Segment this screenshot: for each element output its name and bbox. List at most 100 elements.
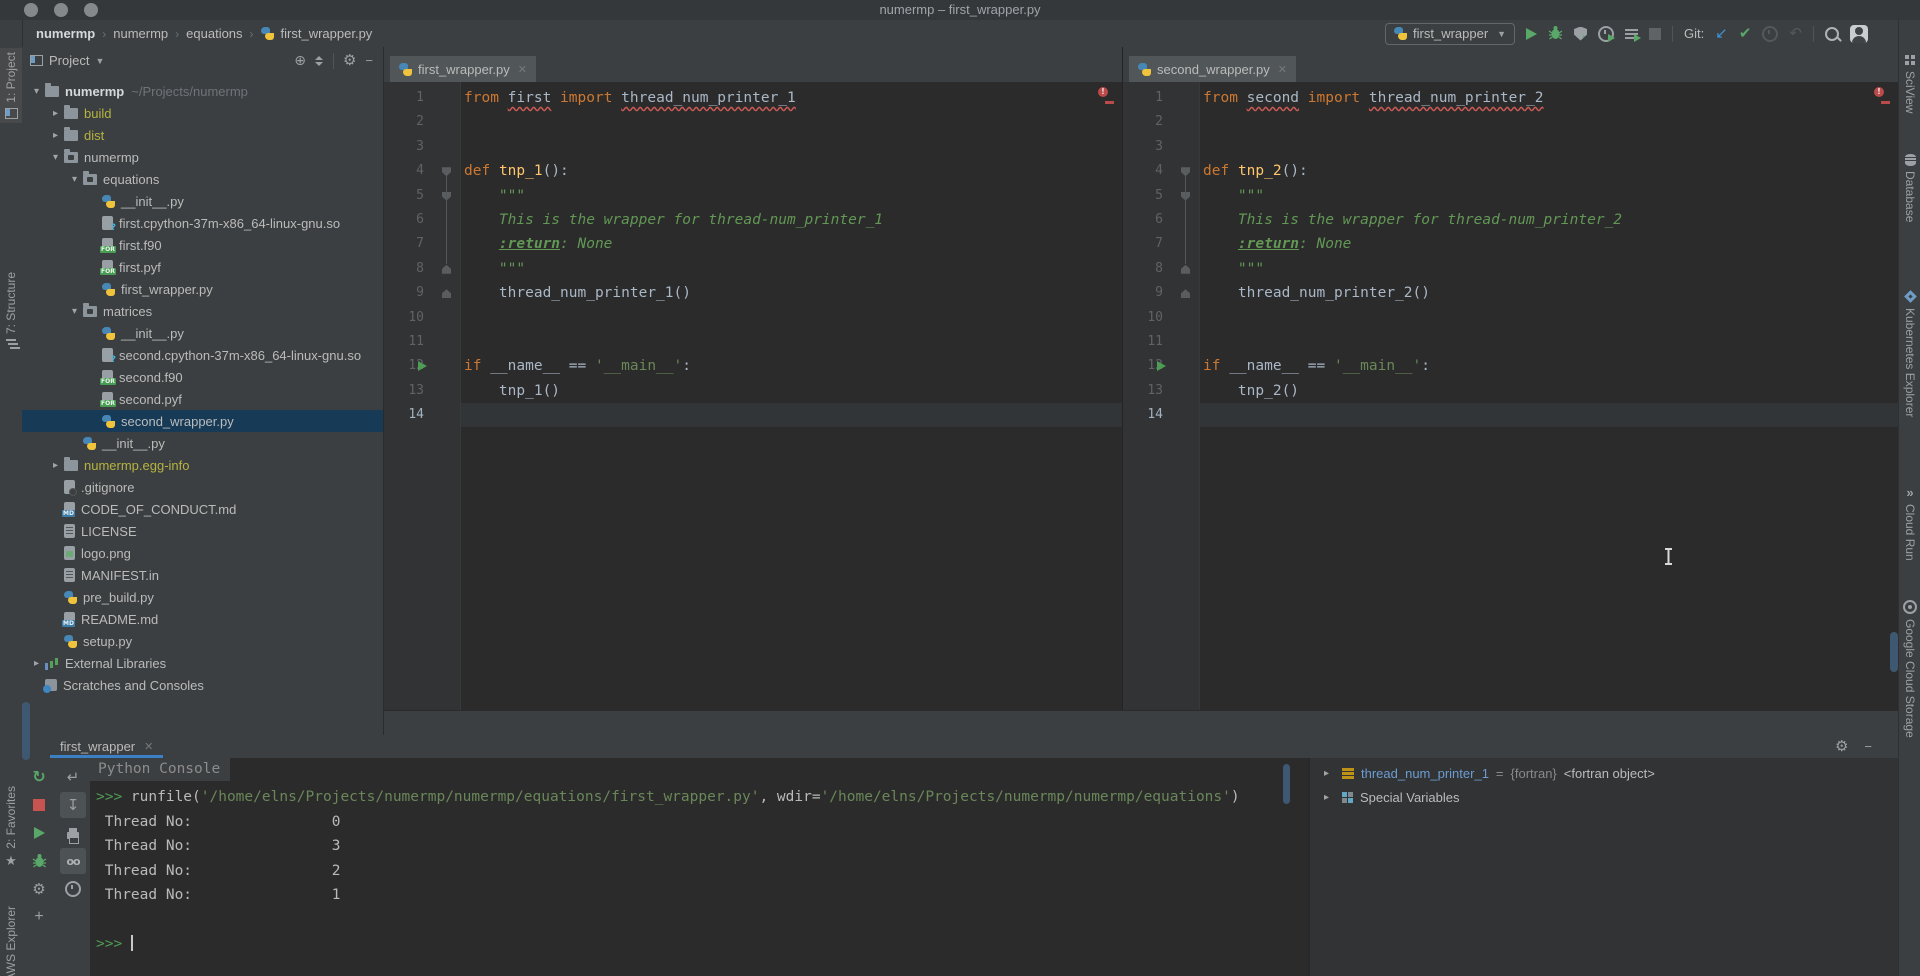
code-line[interactable]: This is the wrapper for thread-num_print…	[464, 208, 1098, 232]
stop-icon[interactable]	[1649, 27, 1662, 40]
console-button-show-vars[interactable]: oo	[60, 848, 86, 874]
console-button-bug[interactable]	[26, 848, 52, 874]
breadcrumb-item[interactable]: first_wrapper.py	[281, 26, 373, 41]
console-button-print[interactable]	[60, 820, 86, 846]
chevron-collapsed-icon[interactable]: ▸	[1318, 792, 1335, 803]
tree-item--gitignore[interactable]: .gitignore	[22, 476, 383, 498]
tool-strip-button-1-project[interactable]: 1: Project	[0, 48, 22, 123]
code-line[interactable]	[1203, 110, 1874, 134]
chevron-down-icon[interactable]: ▼	[95, 56, 104, 66]
tree-item-license[interactable]: LICENSE	[22, 520, 383, 542]
fold-marker-icon[interactable]	[442, 167, 451, 177]
tree-item--init-py[interactable]: __init__.py	[22, 190, 383, 212]
tree-item-first-wrapper-py[interactable]: first_wrapper.py	[22, 278, 383, 300]
code-line[interactable]: from first import thread_num_printer_1	[464, 86, 1098, 110]
fold-marker-icon[interactable]	[442, 289, 451, 299]
gear-icon[interactable]: ⚙	[343, 53, 356, 68]
tree-item-second-f90[interactable]: second.f90	[22, 366, 383, 388]
fold-marker-icon[interactable]	[1181, 264, 1190, 274]
tree-item-matrices[interactable]: ▾ matrices	[22, 300, 383, 322]
code-line[interactable]: :return: None	[1203, 232, 1874, 256]
console-button-add[interactable]: +	[26, 904, 52, 930]
breadcrumb-item[interactable]: equations	[186, 26, 242, 41]
tree-item-second-cpython-37m-x86-64-linux-gnu-so[interactable]: second.cpython-37m-x86_64-linux-gnu.so	[22, 344, 383, 366]
tree-item-external-libraries[interactable]: ▸ External Libraries	[22, 652, 383, 674]
code-line[interactable]: """	[1203, 257, 1874, 281]
chevron-collapsed-icon[interactable]: ▸	[47, 460, 64, 471]
variable-row-special-variables[interactable]: ▸ Special Variables	[1310, 785, 1898, 809]
concurrency-diagram-icon[interactable]	[1625, 28, 1642, 42]
code-line[interactable]: :return: None	[464, 232, 1098, 256]
run-line-icon[interactable]	[418, 361, 427, 372]
locate-icon[interactable]: ⊕	[294, 53, 306, 68]
code-line[interactable]: thread_num_printer_2()	[1203, 281, 1874, 305]
run-icon[interactable]	[1526, 27, 1538, 40]
search-icon[interactable]	[1825, 26, 1839, 41]
code-line[interactable]: tnp_1()	[464, 379, 1098, 403]
chevron-expanded-icon[interactable]: ▾	[28, 86, 45, 97]
code-line[interactable]: def tnp_2():	[1203, 159, 1874, 183]
tree-item-dist[interactable]: ▸ dist	[22, 124, 383, 146]
code-line[interactable]	[464, 330, 1098, 354]
editor-tab-second-wrapper-py[interactable]: second_wrapper.py ✕	[1129, 56, 1296, 82]
chevron-expanded-icon[interactable]: ▾	[47, 152, 64, 163]
tree-item-first-f90[interactable]: first.f90	[22, 234, 383, 256]
editor-tab-first-wrapper-py[interactable]: first_wrapper.py ✕	[390, 56, 536, 82]
chevron-collapsed-icon[interactable]: ▸	[28, 658, 45, 669]
profiler-icon[interactable]	[1598, 25, 1616, 42]
code-line[interactable]: def tnp_1():	[464, 159, 1098, 183]
hide-panel-icon[interactable]: −	[365, 53, 373, 68]
fold-marker-icon[interactable]	[442, 264, 451, 274]
code-line[interactable]: """	[464, 184, 1098, 208]
console-button-rerun[interactable]: ↻	[26, 764, 52, 790]
code-line[interactable]	[464, 135, 1098, 159]
tree-item--init-py[interactable]: __init__.py	[22, 322, 383, 344]
editor-content[interactable]: 1 2 3 4 5 6 7 8 9 10 11 12 13 14 from first import thr…	[384, 82, 1122, 710]
tree-item-pre-build-py[interactable]: pre_build.py	[22, 586, 383, 608]
tool-strip-button-database[interactable]: Database	[1899, 150, 1920, 226]
breadcrumb-item[interactable]: numermp	[113, 26, 168, 41]
chevron-collapsed-icon[interactable]: ▸	[1318, 768, 1335, 779]
git-update-icon[interactable]: ↙	[1715, 26, 1728, 41]
error-indicator-icon[interactable]: !	[1098, 87, 1108, 97]
left-scrollbar-thumb[interactable]	[22, 702, 30, 760]
tree-item-logo-png[interactable]: logo.png	[22, 542, 383, 564]
fold-marker-icon[interactable]	[1181, 167, 1190, 177]
console-button-soft-wrap[interactable]: ↵	[60, 764, 86, 790]
tree-item-readme-md[interactable]: README.md	[22, 608, 383, 630]
chevron-collapsed-icon[interactable]: ▸	[47, 130, 64, 141]
close-icon[interactable]: ✕	[518, 63, 527, 76]
project-panel-title[interactable]: Project	[49, 53, 89, 68]
chevron-expanded-icon[interactable]: ▾	[66, 306, 83, 317]
tool-strip-button-2-favorites[interactable]: 2: Favorites ★	[0, 782, 22, 871]
hide-panel-icon[interactable]: −	[1864, 739, 1872, 754]
git-commit-icon[interactable]: ✔	[1739, 26, 1752, 41]
tree-item-scratches-and-consoles[interactable]: Scratches and Consoles	[22, 674, 383, 696]
collapse-all-icon[interactable]	[315, 55, 324, 67]
tool-strip-button-7-structure[interactable]: 7: Structure	[0, 268, 22, 353]
git-history-icon[interactable]	[1762, 25, 1779, 42]
console-button-run[interactable]	[26, 820, 52, 846]
tree-item-numermp-egg-info[interactable]: ▸ numermp.egg-info	[22, 454, 383, 476]
code-line[interactable]: This is the wrapper for thread-num_print…	[1203, 208, 1874, 232]
close-icon[interactable]: ✕	[144, 740, 153, 753]
debug-bug-icon[interactable]	[1548, 25, 1563, 42]
breadcrumb-item[interactable]: numermp	[36, 26, 95, 41]
console-input-line[interactable]: >>>	[96, 932, 1308, 957]
code-line[interactable]: """	[1203, 184, 1874, 208]
run-configuration-select[interactable]: first_wrapper ▼	[1385, 22, 1516, 45]
error-indicator-icon[interactable]: !	[1874, 87, 1884, 97]
code-line[interactable]	[1203, 403, 1874, 427]
tool-strip-button-cloud-run[interactable]: » Cloud Run	[1899, 482, 1920, 565]
code-line[interactable]	[1203, 330, 1874, 354]
tree-item--init-py[interactable]: __init__.py	[22, 432, 383, 454]
code-line[interactable]	[464, 403, 1098, 427]
code-line[interactable]	[1203, 306, 1874, 330]
run-line-icon[interactable]	[1157, 361, 1166, 372]
tree-item-second-pyf[interactable]: second.pyf	[22, 388, 383, 410]
code-line[interactable]	[464, 110, 1098, 134]
tool-strip-button-aws-explorer[interactable]: AWS Explorer	[0, 902, 22, 976]
tree-item-numermp[interactable]: ▾ numermp	[22, 146, 383, 168]
code-line[interactable]: if __name__ == '__main__':	[464, 354, 1098, 378]
user-avatar[interactable]	[1850, 24, 1868, 43]
